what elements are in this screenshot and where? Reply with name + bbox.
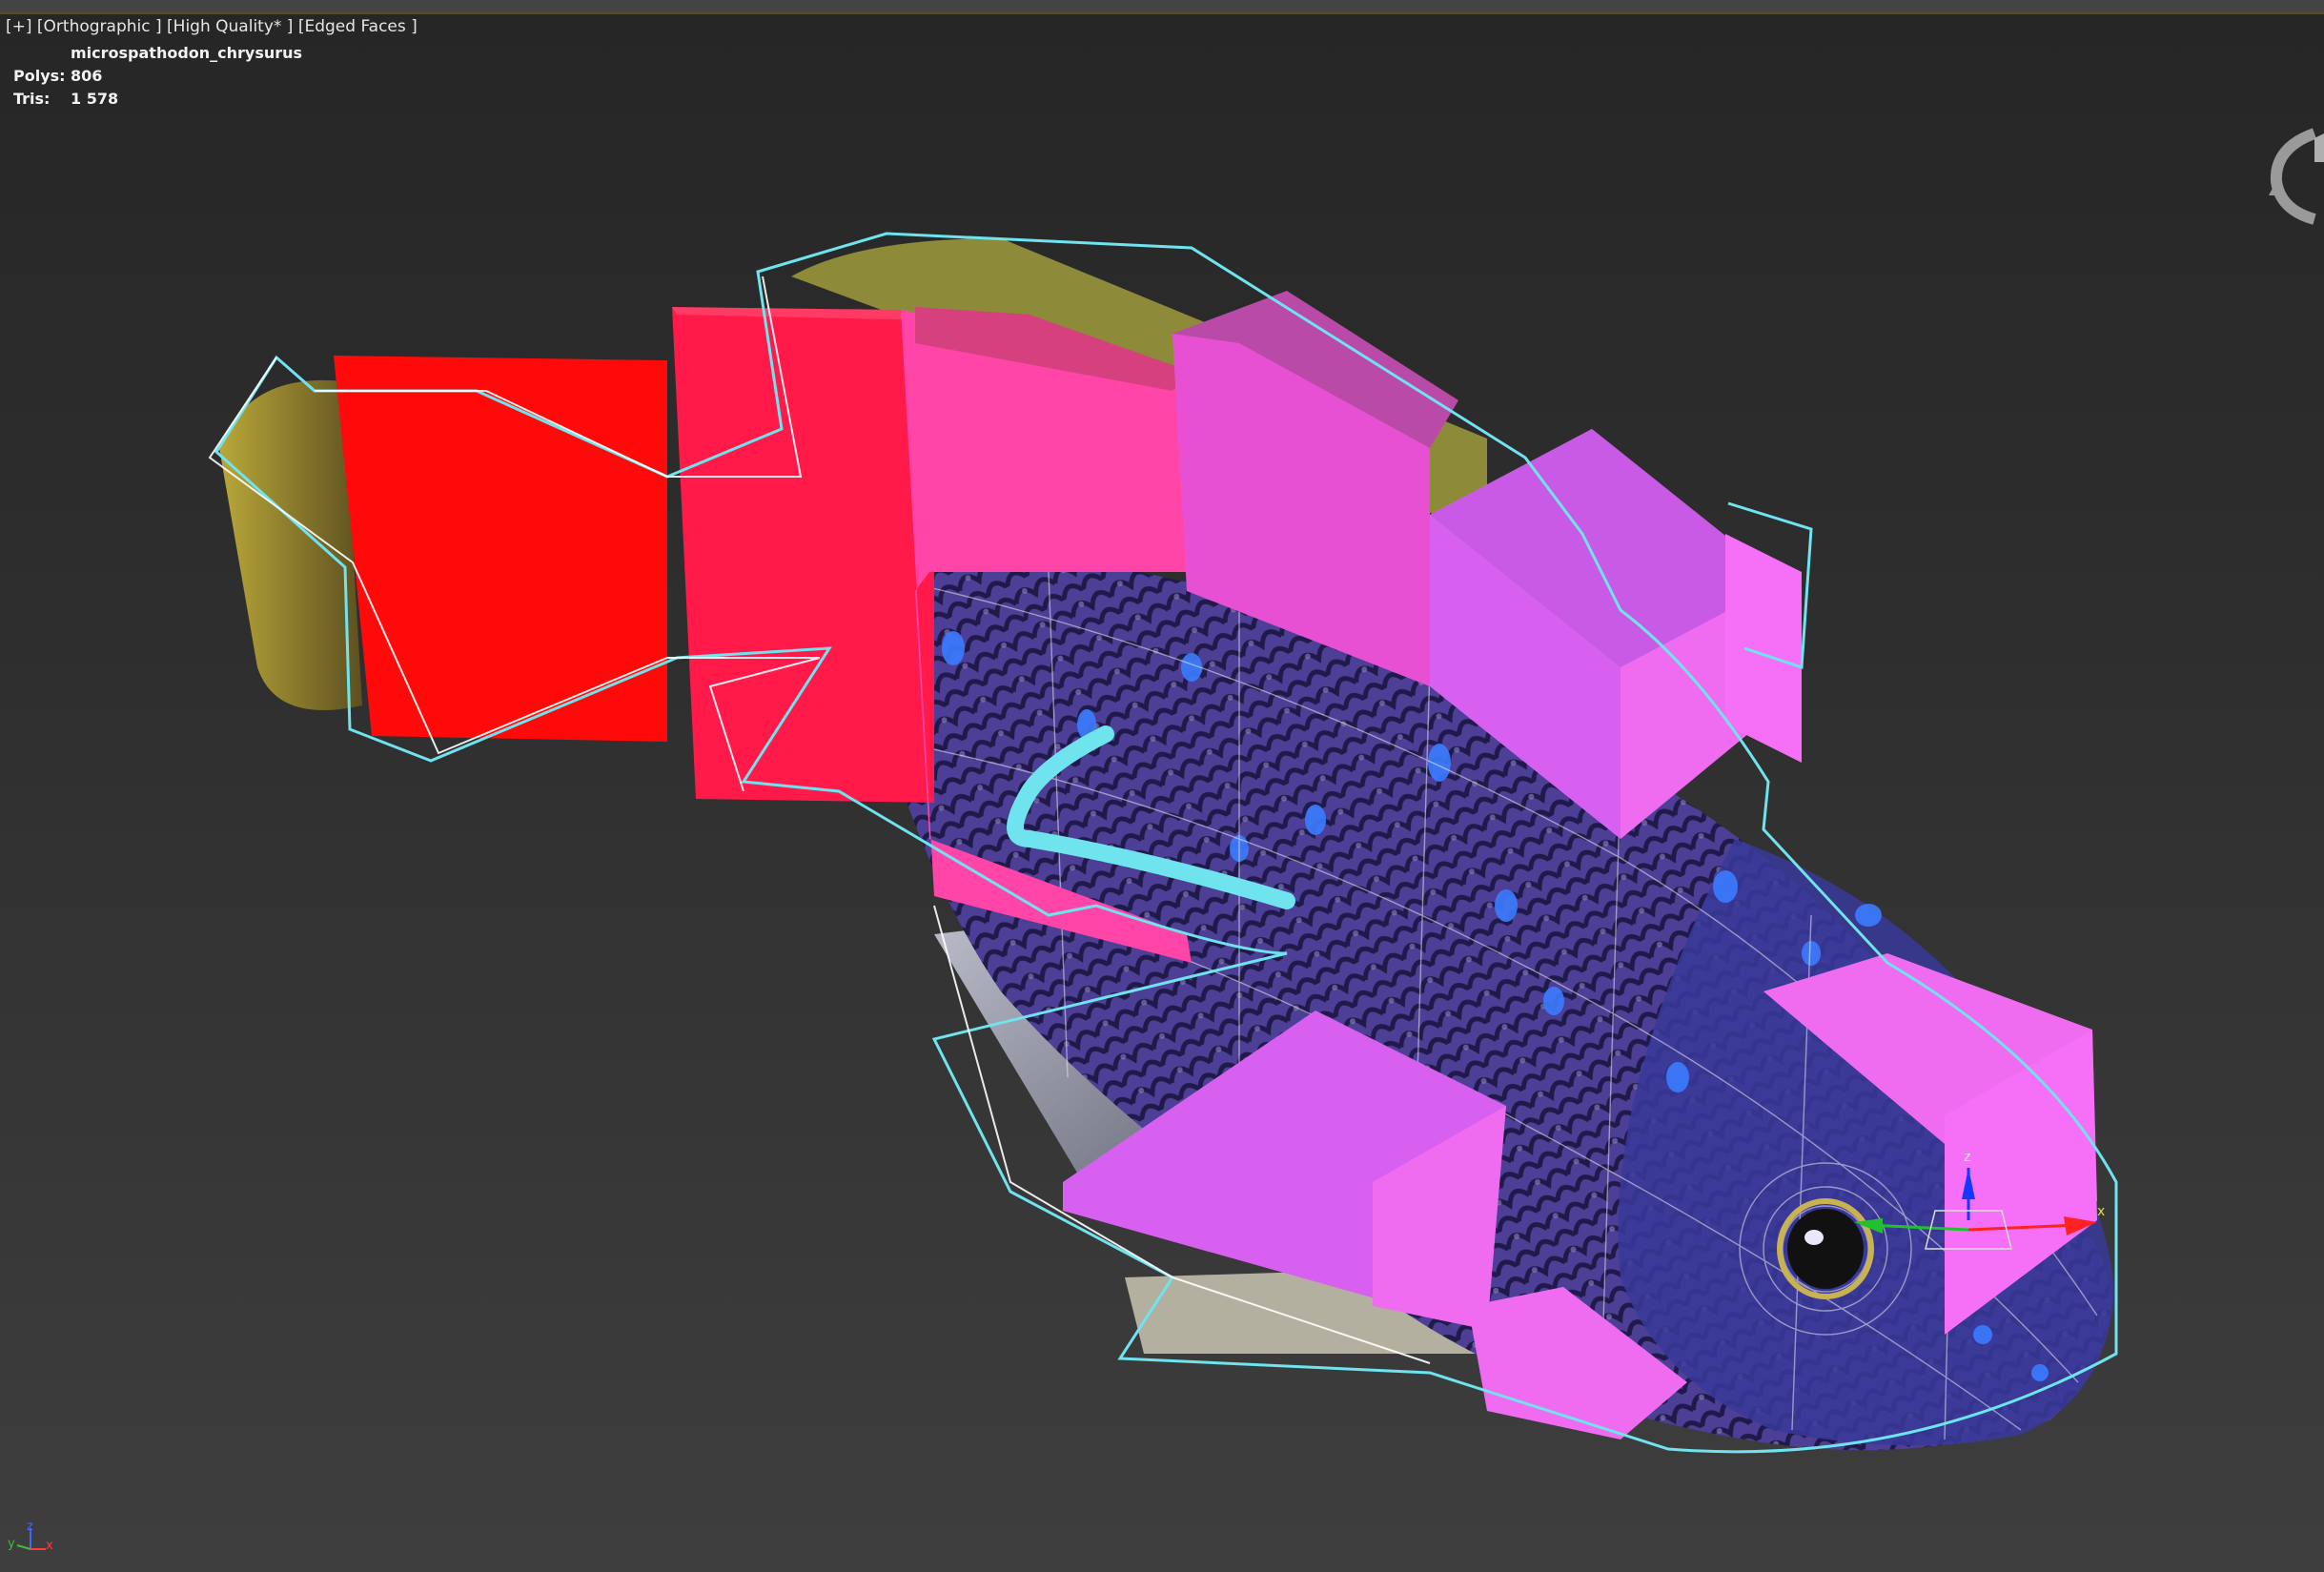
viewcube-icon[interactable]	[2257, 105, 2324, 238]
scene-render[interactable]: z x	[0, 0, 2324, 1572]
fish-eye	[1777, 1198, 1874, 1299]
axis-tripod-icon: y z x	[8, 1521, 53, 1553]
axis-y-label: y	[8, 1537, 15, 1551]
gizmo-z-label: z	[1964, 1150, 1970, 1165]
tail-fin	[219, 379, 362, 710]
bone-box-tail-fin-edge	[1725, 534, 1802, 763]
gizmo-x-label: x	[2097, 1204, 2105, 1219]
axis-z-label: z	[27, 1521, 33, 1534]
viewport-perspective[interactable]: [+] [Orthographic ] [High Quality* ] [Ed…	[0, 0, 2324, 1572]
axis-x-label: x	[46, 1539, 53, 1553]
bone-box-tail-2	[672, 307, 934, 803]
